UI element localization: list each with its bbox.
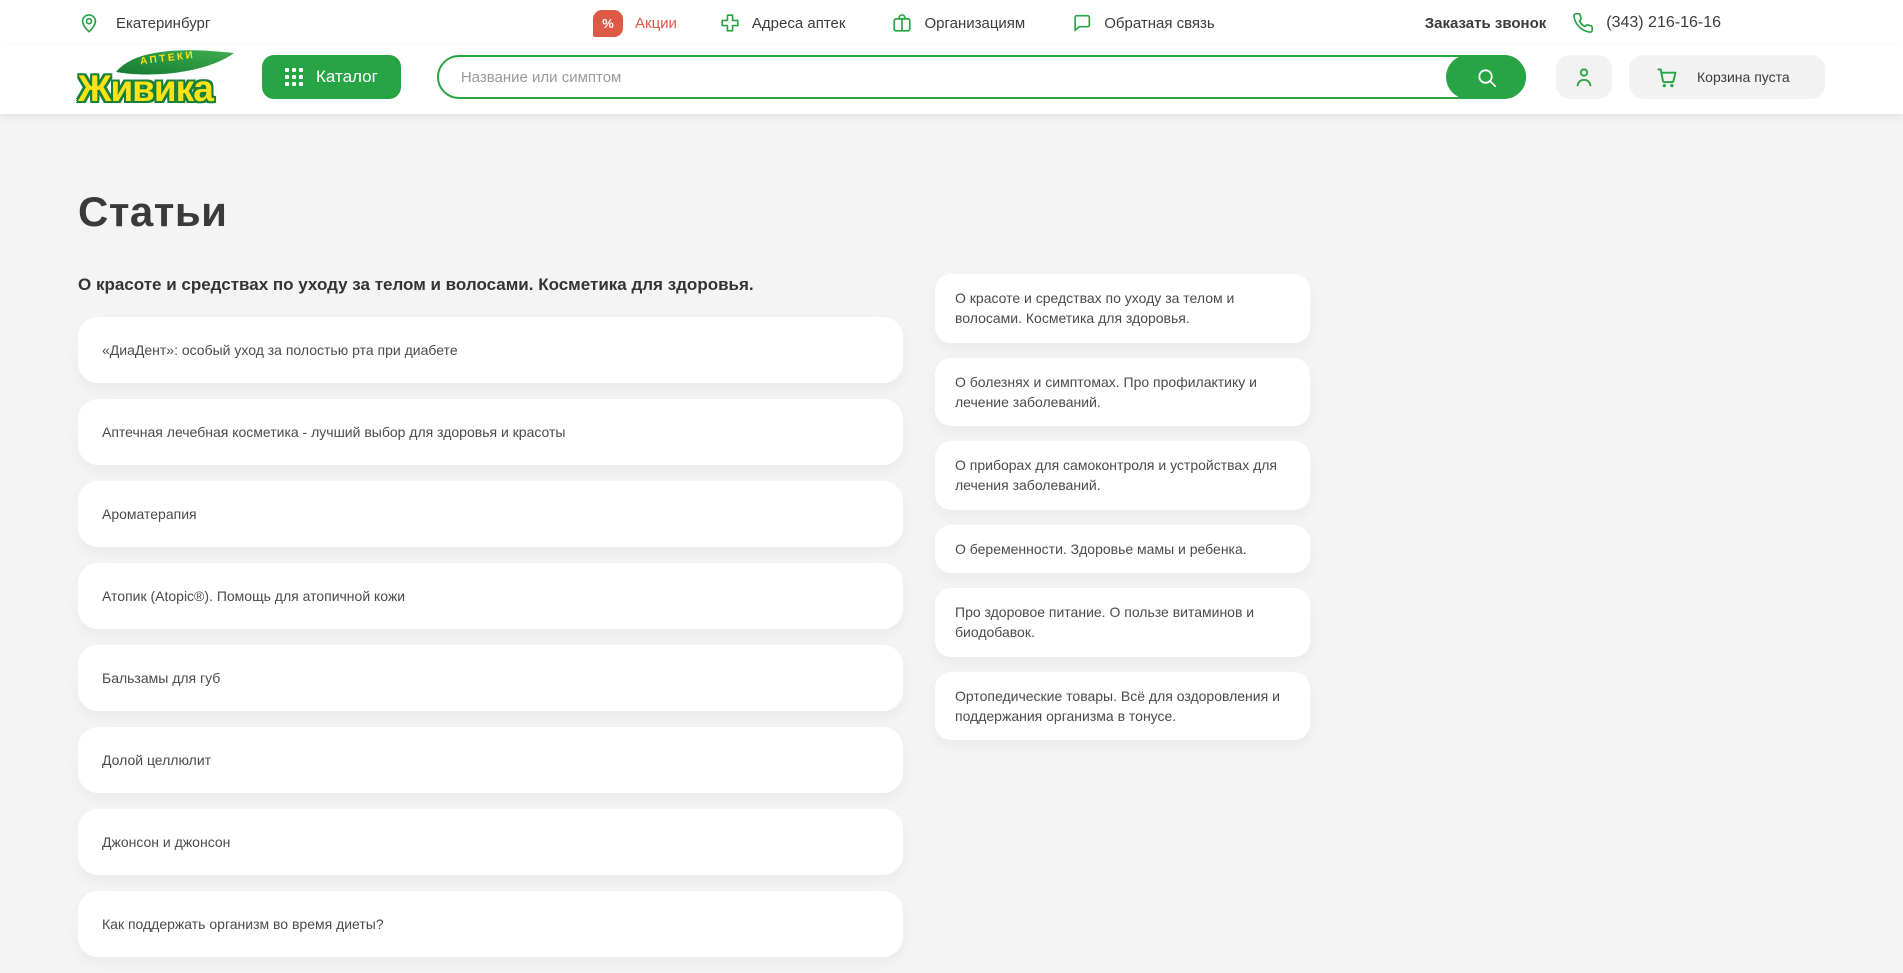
- category-link[interactable]: О приборах для самоконтроля и устройства…: [935, 441, 1310, 510]
- article-link[interactable]: Ароматерапия: [78, 481, 903, 547]
- nav-item-promos[interactable]: % Акции: [593, 10, 677, 37]
- article-link[interactable]: Бальзамы для губ: [78, 645, 903, 711]
- articles-column: О красоте и средствах по уходу за телом …: [78, 274, 903, 973]
- categories-column: О красоте и средствах по уходу за телом …: [935, 274, 1310, 755]
- search-bar: [437, 55, 1526, 99]
- search-input[interactable]: [439, 57, 1429, 97]
- nav-item-pharmacy-addresses-label: Адреса аптек: [752, 15, 846, 32]
- location-pin-icon: [78, 11, 100, 35]
- main-content: Статьи О красоте и средствах по уходу за…: [0, 114, 1903, 973]
- article-link[interactable]: Атопик (Atopic®). Помощь для атопичной к…: [78, 563, 903, 629]
- article-link[interactable]: Джонсон и джонсон: [78, 809, 903, 875]
- briefcase-icon: [891, 12, 913, 34]
- user-icon: [1572, 65, 1596, 89]
- search-button[interactable]: [1446, 55, 1526, 99]
- topbar-contacts: Заказать звонок (343) 216-16-16: [1425, 12, 1825, 34]
- city-label[interactable]: Екатеринбург: [116, 15, 210, 32]
- nav-item-pharmacy-addresses[interactable]: Адреса аптек: [719, 12, 846, 34]
- article-link[interactable]: Как поддержать организм во время диеты?: [78, 891, 903, 957]
- cart-button[interactable]: Корзина пуста: [1629, 55, 1825, 99]
- percent-badge-icon: %: [593, 10, 623, 37]
- phone-number[interactable]: (343) 216-16-16: [1606, 14, 1721, 32]
- city-selector[interactable]: Екатеринбург: [78, 11, 210, 35]
- category-link[interactable]: О болезнях и симптомах. Про профилактику…: [935, 358, 1310, 427]
- phone-icon: [1572, 12, 1594, 34]
- nav-item-feedback[interactable]: Обратная связь: [1071, 12, 1215, 34]
- topbar-nav: % Акции Адреса аптек Организациям: [593, 0, 1261, 46]
- nav-item-organizations[interactable]: Организациям: [891, 12, 1025, 34]
- search-icon: [1475, 66, 1498, 89]
- cart-button-label: Корзина пуста: [1697, 69, 1790, 85]
- article-link[interactable]: «ДиаДент»: особый уход за полостью рта п…: [78, 317, 903, 383]
- account-button[interactable]: [1556, 55, 1612, 99]
- article-link[interactable]: Аптечная лечебная косметика - лучший выб…: [78, 399, 903, 465]
- category-link[interactable]: О красоте и средствах по уходу за телом …: [935, 274, 1310, 343]
- chat-bubble-icon: [1071, 12, 1093, 34]
- nav-item-feedback-label: Обратная связь: [1104, 15, 1215, 32]
- grid-icon: [285, 68, 303, 86]
- page-title: Статьи: [78, 188, 1825, 236]
- category-link[interactable]: О беременности. Здоровье мамы и ребенка.: [935, 525, 1310, 573]
- catalog-button-label: Каталог: [316, 67, 378, 87]
- cart-icon: [1654, 64, 1680, 90]
- topbar: Екатеринбург % Акции Адреса аптек Ор: [0, 0, 1903, 46]
- header: Живика АПТЕКИ Каталог: [0, 46, 1903, 114]
- order-call-link[interactable]: Заказать звонок: [1425, 15, 1546, 32]
- category-link[interactable]: Про здоровое питание. О пользе витаминов…: [935, 588, 1310, 657]
- section-heading: О красоте и средствах по уходу за телом …: [78, 274, 903, 295]
- nav-item-organizations-label: Организациям: [924, 15, 1025, 32]
- catalog-button[interactable]: Каталог: [262, 55, 401, 99]
- category-link[interactable]: Ортопедические товары. Всё для оздоровле…: [935, 672, 1310, 741]
- logo[interactable]: Живика АПТЕКИ: [78, 48, 236, 106]
- article-link[interactable]: Долой целлюлит: [78, 727, 903, 793]
- logo-leaf-icon: АПТЕКИ: [114, 46, 236, 78]
- nav-item-promos-label: Акции: [635, 15, 677, 32]
- pharmacy-cross-icon: [719, 12, 741, 34]
- content-columns: О красоте и средствах по уходу за телом …: [78, 274, 1825, 973]
